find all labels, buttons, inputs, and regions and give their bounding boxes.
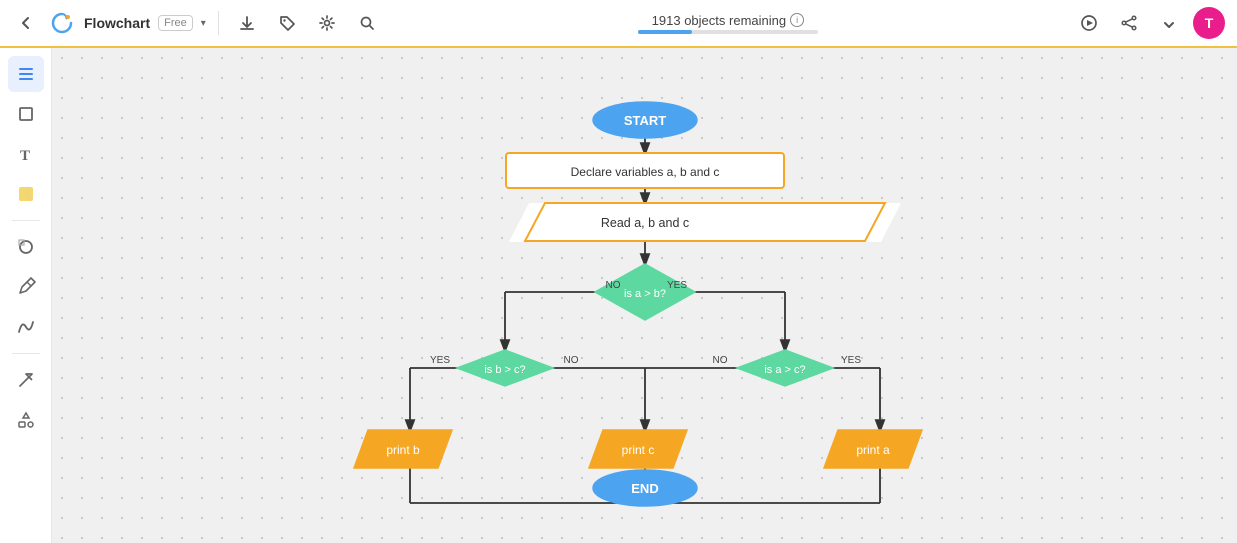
progress-bar <box>638 30 818 34</box>
topbar-center: 1913 objects remaining i <box>391 13 1065 34</box>
search-button[interactable] <box>351 7 383 39</box>
topbar: Flowchart Free ▾ 1913 objects remaining … <box>0 0 1237 48</box>
main-area: T <box>0 48 1237 543</box>
connector-tool-button[interactable] <box>8 362 44 398</box>
topbar-right: T <box>1073 7 1225 39</box>
svg-text:YES: YES <box>429 355 449 366</box>
svg-text:NO: NO <box>605 280 620 291</box>
diagram-title: Flowchart <box>84 15 150 31</box>
svg-text:Declare variables a, b and c: Declare variables a, b and c <box>570 165 719 179</box>
separator <box>218 11 219 35</box>
svg-text:START: START <box>623 113 665 128</box>
frame-tool-button[interactable] <box>8 96 44 132</box>
svg-text:END: END <box>631 481 658 496</box>
tool-separator-1 <box>12 220 40 221</box>
play-button[interactable] <box>1073 7 1105 39</box>
svg-text:print a: print a <box>856 443 890 457</box>
download-button[interactable] <box>231 7 263 39</box>
sticky-tool-button[interactable] <box>8 176 44 212</box>
more-button[interactable] <box>1153 7 1185 39</box>
title-chevron-icon[interactable]: ▾ <box>201 18 206 29</box>
shapes-extra-button[interactable] <box>8 402 44 438</box>
svg-text:print b: print b <box>386 443 420 457</box>
text-tool-button[interactable]: T <box>8 136 44 172</box>
svg-text:is b > c?: is b > c? <box>484 364 525 376</box>
logo-icon <box>48 9 76 37</box>
tag-button[interactable] <box>271 7 303 39</box>
flowchart-svg: START Declare variables a, b and c Read … <box>295 48 995 543</box>
avatar[interactable]: T <box>1193 7 1225 39</box>
select-tool-button[interactable] <box>8 56 44 92</box>
svg-text:is a > c?: is a > c? <box>764 364 805 376</box>
pen-tool-button[interactable] <box>8 269 44 305</box>
svg-text:YES: YES <box>840 355 860 366</box>
topbar-left: Flowchart Free ▾ <box>12 7 383 39</box>
objects-remaining-text: 1913 objects remaining <box>652 13 786 28</box>
free-badge: Free <box>158 15 193 31</box>
svg-text:T: T <box>20 148 30 164</box>
back-button[interactable] <box>12 9 40 37</box>
progress-bar-fill <box>638 30 692 34</box>
svg-text:NO: NO <box>563 355 578 366</box>
tool-separator-2 <box>12 353 40 354</box>
left-toolbar: T <box>0 48 52 543</box>
svg-text:YES: YES <box>666 280 686 291</box>
canvas[interactable]: START Declare variables a, b and c Read … <box>52 48 1237 543</box>
svg-text:NO: NO <box>712 355 727 366</box>
shape-tool-button[interactable] <box>8 229 44 265</box>
objects-remaining: 1913 objects remaining i <box>652 13 804 28</box>
svg-text:Read a, b and c: Read a, b and c <box>600 216 688 230</box>
info-icon[interactable]: i <box>790 13 804 27</box>
svg-text:is a > b?: is a > b? <box>624 288 666 300</box>
share-button[interactable] <box>1113 7 1145 39</box>
svg-text:print c: print c <box>621 443 654 457</box>
curve-tool-button[interactable] <box>8 309 44 345</box>
settings-button[interactable] <box>311 7 343 39</box>
